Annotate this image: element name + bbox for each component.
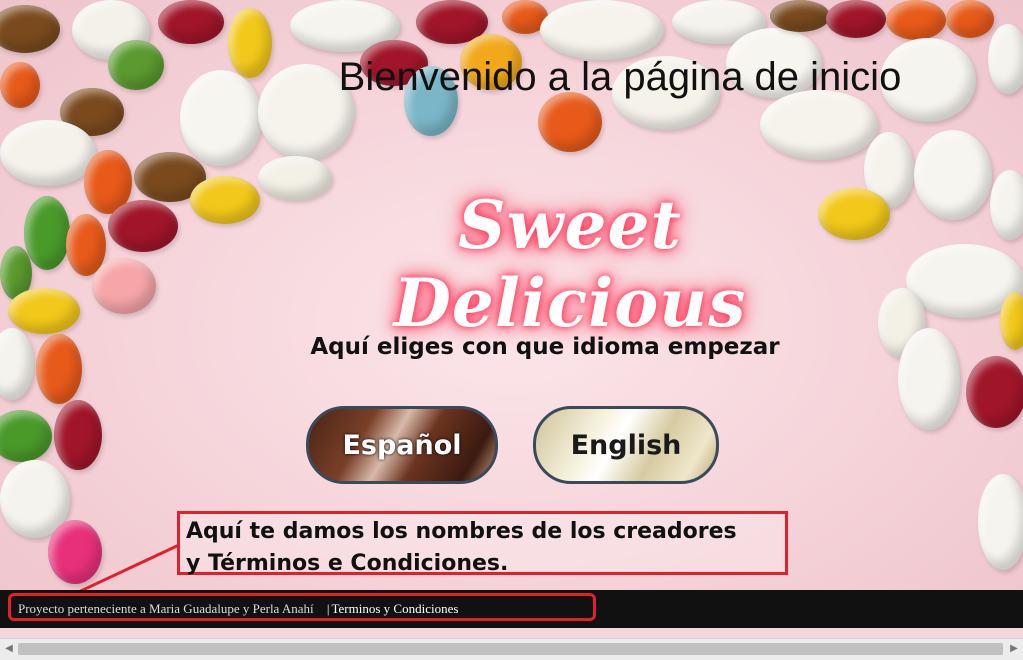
jellybean: [24, 196, 70, 270]
jellybean: [770, 0, 830, 32]
jellybean: [92, 258, 156, 314]
jellybean: [978, 474, 1023, 570]
jellybean: [0, 62, 40, 108]
brand-logo: Sweet Delicious: [393, 186, 747, 342]
horizontal-scrollbar[interactable]: ◀ ▶: [0, 638, 1023, 660]
annotation-box: Aquí te damos los nombres de los creador…: [177, 511, 788, 576]
jellybean: [36, 334, 82, 404]
jellybean: [760, 90, 878, 160]
english-button[interactable]: English: [533, 406, 719, 484]
scrollbar-thumb[interactable]: [18, 643, 1003, 655]
jellybean: [108, 40, 164, 90]
jellybean: [1000, 292, 1023, 350]
footer-separator: |: [326, 601, 330, 616]
jellybean: [538, 92, 602, 152]
jellybean: [190, 176, 260, 224]
jellybean: [966, 356, 1023, 428]
annotation-line-2: y Términos e Condiciones.: [186, 551, 509, 576]
jellybean: [54, 400, 102, 470]
annotation-line-1: Aquí te damos los nombres de los creador…: [186, 519, 737, 544]
spanish-button[interactable]: Español: [306, 406, 498, 484]
jellybean: [0, 410, 52, 462]
jellybean: [988, 24, 1023, 94]
page-title: Bienvenido a la página de inicio: [338, 55, 902, 99]
jellybean: [0, 120, 96, 186]
spanish-button-label: Español: [342, 429, 462, 461]
jellybean: [180, 70, 262, 166]
scroll-right-arrow-icon[interactable]: ▶: [1008, 643, 1020, 655]
jellybean: [48, 520, 102, 584]
jellybean: [158, 0, 224, 44]
jellybean: [8, 288, 80, 334]
jellybean: [228, 8, 272, 78]
jellybean: [914, 130, 992, 220]
scroll-left-arrow-icon[interactable]: ◀: [3, 643, 15, 655]
jellybean: [540, 0, 664, 60]
jellybean: [826, 0, 886, 38]
jellybean: [0, 5, 60, 53]
jellybean: [990, 170, 1023, 240]
language-prompt: Aquí eliges con que idioma empezar: [310, 334, 780, 360]
jellybean: [898, 328, 960, 430]
footer-text: Proyecto perteneciente a Maria Guadalupe…: [18, 601, 458, 617]
footer-credits: Proyecto perteneciente a Maria Guadalupe…: [18, 601, 314, 616]
english-button-label: English: [570, 429, 682, 461]
terms-link[interactable]: Terminos y Condiciones: [332, 601, 459, 616]
jellybean: [946, 0, 994, 38]
jellybean: [108, 200, 178, 252]
footer: Proyecto perteneciente a Maria Guadalupe…: [0, 590, 1023, 628]
jellybean: [886, 0, 946, 40]
jellybean: [0, 328, 34, 400]
